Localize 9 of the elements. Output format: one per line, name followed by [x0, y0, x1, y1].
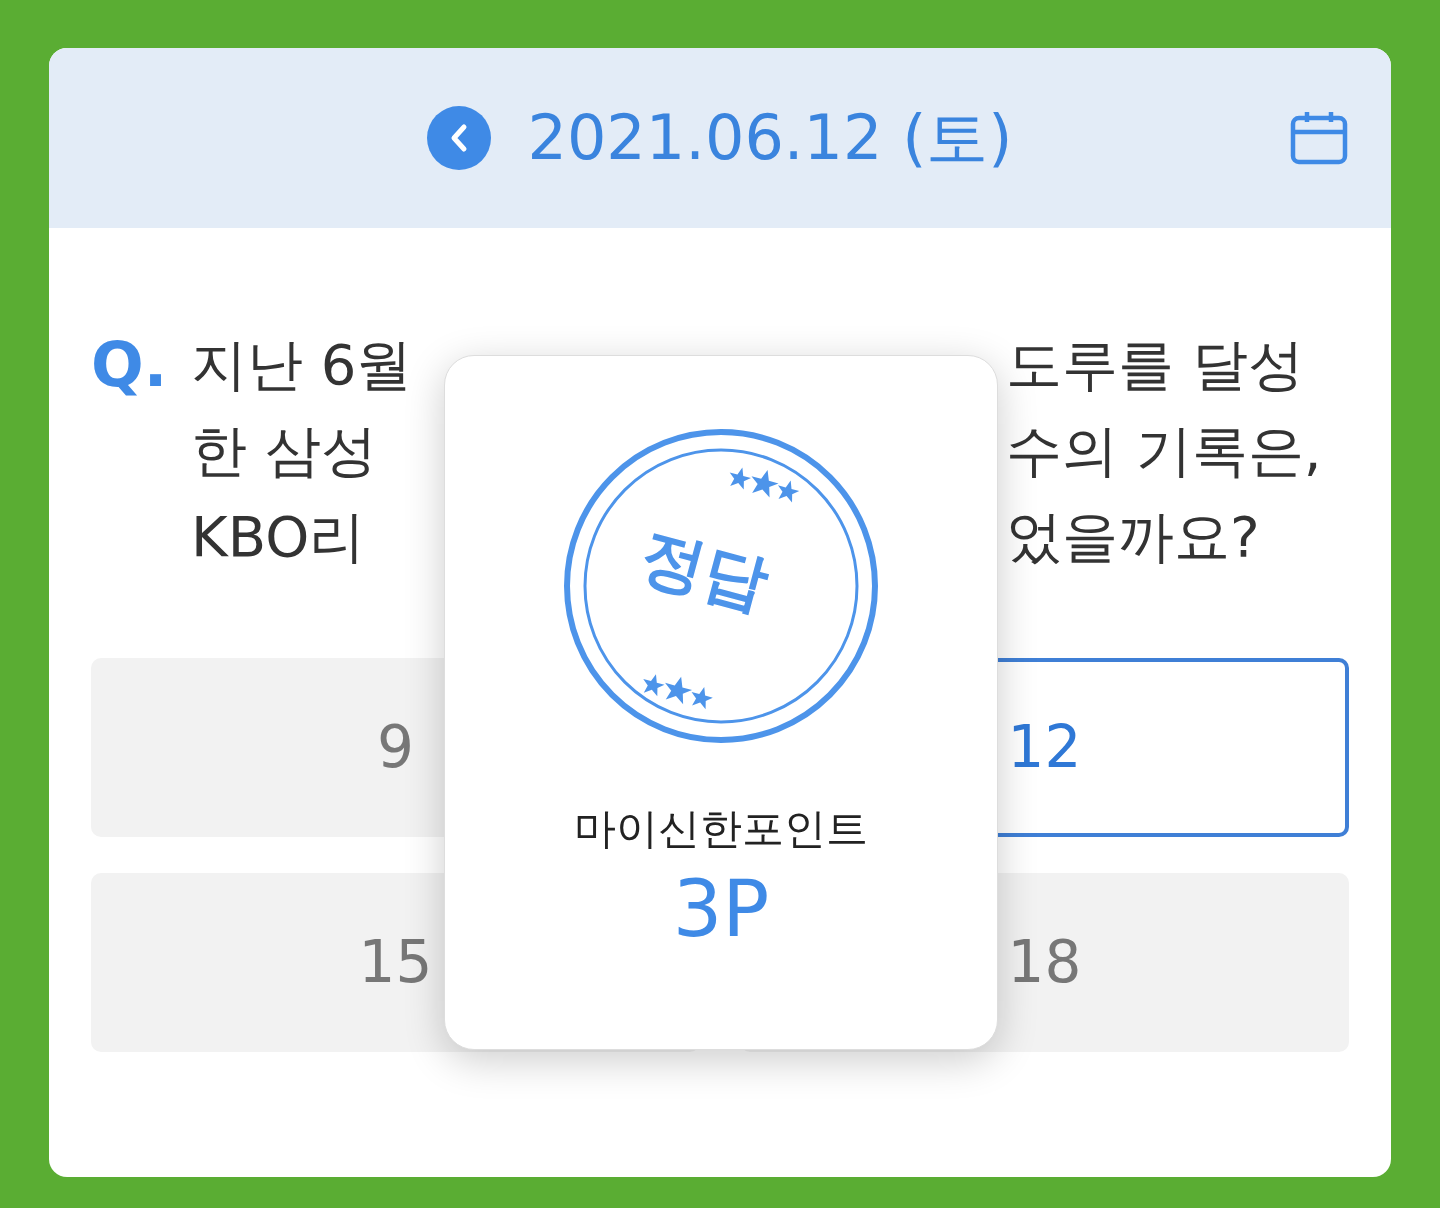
question-mark: Q.	[91, 327, 169, 403]
stamp-text: 정답	[634, 522, 776, 618]
question-text: 수의 기록은,	[1006, 423, 1323, 479]
date-title: 2021.06.12 (토)	[527, 107, 1013, 169]
question-text: 한 삼성	[191, 423, 378, 479]
question-text: 도루를 달성	[1006, 337, 1305, 393]
question-text: 지난 6월	[191, 337, 414, 393]
question-text: KBO리	[191, 509, 367, 565]
question-text: 었을까요?	[1006, 509, 1261, 565]
